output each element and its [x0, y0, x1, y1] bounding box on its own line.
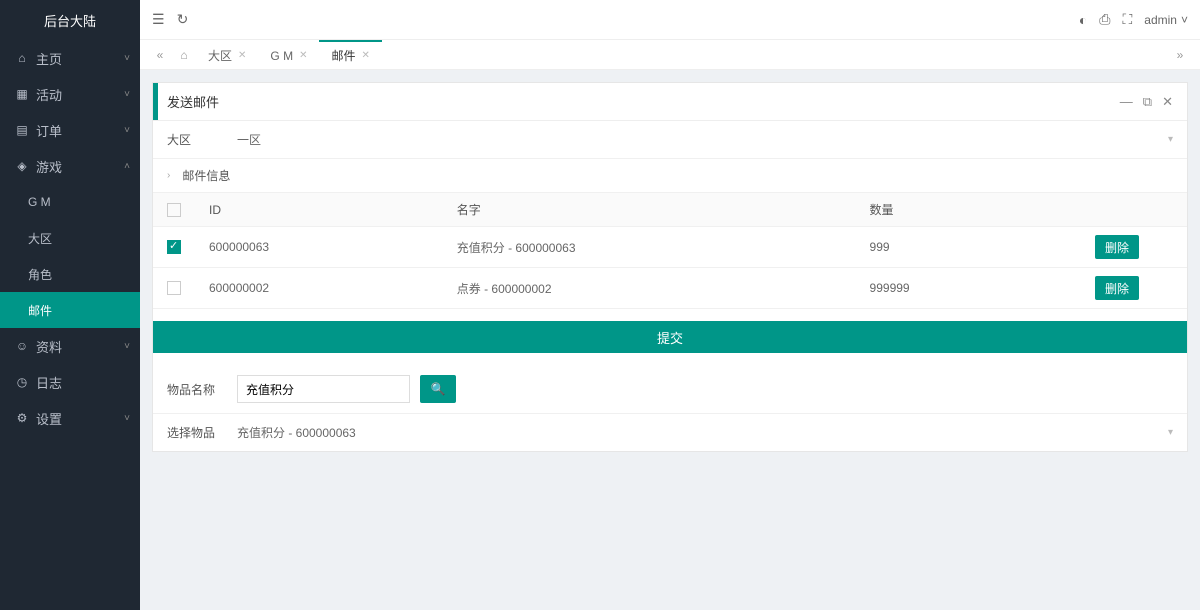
fullscreen-icon[interactable]: ⛶	[1122, 11, 1132, 28]
panel-title: 发送邮件	[167, 92, 219, 111]
gear-icon: ⚙	[14, 411, 30, 425]
close-icon[interactable]: ✕	[1162, 94, 1173, 110]
chevron-down-icon: ˅	[124, 341, 130, 352]
minimize-icon[interactable]: —	[1120, 94, 1133, 110]
zone-select[interactable]: 一区 ▾	[237, 131, 1173, 148]
clock-icon: ◷	[14, 375, 30, 389]
chevron-down-icon: ˅	[124, 53, 130, 64]
user-menu[interactable]: admin˅	[1144, 13, 1188, 27]
close-icon[interactable]: ✕	[361, 50, 369, 61]
col-qty: 数量	[856, 193, 1047, 227]
brand-logo: 后台大陆	[0, 0, 140, 40]
region-label: 大区	[167, 131, 227, 148]
sidebar-menu: ⌂主页˅ ▦活动˅ ▤订单˅ ◈游戏˄ G M 大区 角色 邮件 ☺资料˅ ◷日…	[0, 40, 140, 610]
topbar: ☰ ↻ ◐ ⎙ ⛶ admin˅	[140, 0, 1200, 40]
sidebar-item-log[interactable]: ◷日志	[0, 364, 140, 400]
delete-button[interactable]: 删除	[1095, 235, 1139, 259]
content-area: 发送邮件 — ⧉ ✕ 大区 一区 ▾ › 邮件信息	[140, 70, 1200, 610]
maximize-icon[interactable]: ⧉	[1143, 94, 1152, 110]
sidebar-item-mail[interactable]: 邮件	[0, 292, 140, 328]
select-item-label: 选择物品	[167, 424, 227, 441]
diamond-icon: ◈	[14, 159, 30, 173]
tab-home-icon[interactable]: ⌂	[172, 40, 196, 69]
tabs-prev-icon[interactable]: «	[148, 40, 172, 69]
row-checkbox[interactable]	[167, 281, 181, 295]
sidebar-item-role[interactable]: 角色	[0, 256, 140, 292]
sidebar-item-region[interactable]: 大区	[0, 220, 140, 256]
item-name-label: 物品名称	[167, 381, 227, 398]
chevron-up-icon: ˄	[124, 161, 130, 172]
chevron-down-icon: ˅	[124, 89, 130, 100]
panel-header: 发送邮件 — ⧉ ✕	[153, 83, 1187, 121]
sidebar-item-settings[interactable]: ⚙设置˅	[0, 400, 140, 436]
row-checkbox[interactable]	[167, 240, 181, 254]
chevron-down-icon: ˅	[1181, 13, 1188, 27]
col-id: ID	[195, 193, 443, 227]
tab-gm[interactable]: G M✕	[258, 40, 319, 69]
sidebar-item-profile[interactable]: ☺资料˅	[0, 328, 140, 364]
chevron-down-icon: ▾	[1168, 134, 1173, 145]
close-icon[interactable]: ✕	[299, 50, 307, 61]
sidebar: 后台大陆 ⌂主页˅ ▦活动˅ ▤订单˅ ◈游戏˄ G M 大区 角色 邮件 ☺资…	[0, 0, 140, 610]
chevron-down-icon: ˅	[124, 125, 130, 136]
theme-icon[interactable]: ◐	[1079, 12, 1087, 28]
select-item-dropdown[interactable]: 充值积分 - 600000063 ▾	[237, 424, 1173, 441]
chevron-right-icon: ›	[167, 170, 170, 181]
chevron-down-icon: ▾	[1168, 427, 1173, 438]
tabs-next-icon[interactable]: »	[1168, 40, 1192, 69]
window-actions: — ⧉ ✕	[1120, 94, 1173, 110]
close-icon[interactable]: ✕	[238, 50, 246, 61]
select-item-row: 选择物品 充值积分 - 600000063 ▾	[153, 414, 1187, 451]
main: ☰ ↻ ◐ ⎙ ⛶ admin˅ « ⌂ 大区✕ G M✕ 邮件✕ » 发送邮件…	[140, 0, 1200, 610]
chevron-down-icon: ˅	[124, 413, 130, 424]
note-icon[interactable]: ⎙	[1099, 11, 1110, 28]
sidebar-item-home[interactable]: ⌂主页˅	[0, 40, 140, 76]
mail-panel: 发送邮件 — ⧉ ✕ 大区 一区 ▾ › 邮件信息	[152, 82, 1188, 452]
user-icon: ☺	[14, 339, 30, 353]
search-button[interactable]: 🔍	[420, 375, 456, 403]
sidebar-item-gm[interactable]: G M	[0, 184, 140, 220]
table-row: 600000002 点券 - 600000002 999999 删除	[153, 268, 1187, 309]
search-icon: 🔍	[431, 382, 446, 396]
sidebar-item-activity[interactable]: ▦活动˅	[0, 76, 140, 112]
tab-strip: « ⌂ 大区✕ G M✕ 邮件✕ »	[140, 40, 1200, 70]
submit-button[interactable]: 提交	[153, 321, 1187, 353]
grid-icon: ▦	[14, 87, 30, 101]
item-name-input[interactable]	[237, 375, 410, 403]
region-selector-row: 大区 一区 ▾	[153, 121, 1187, 159]
delete-button[interactable]: 删除	[1095, 276, 1139, 300]
home-icon: ⌂	[14, 51, 30, 65]
items-table: ID 名字 数量 600000063 充值积分 - 600000063 999	[153, 193, 1187, 309]
tab-region[interactable]: 大区✕	[196, 40, 258, 69]
menu-toggle-icon[interactable]: ☰	[152, 11, 165, 28]
col-name: 名字	[443, 193, 856, 227]
tab-mail[interactable]: 邮件✕	[319, 40, 381, 69]
table-row: 600000063 充值积分 - 600000063 999 删除	[153, 227, 1187, 268]
mail-info-section[interactable]: › 邮件信息	[153, 159, 1187, 193]
sidebar-item-order[interactable]: ▤订单˅	[0, 112, 140, 148]
list-icon: ▤	[14, 123, 30, 137]
select-all-checkbox[interactable]	[167, 203, 181, 217]
item-name-row: 物品名称 🔍	[153, 365, 1187, 414]
sidebar-item-game[interactable]: ◈游戏˄	[0, 148, 140, 184]
refresh-icon[interactable]: ↻	[177, 11, 189, 28]
